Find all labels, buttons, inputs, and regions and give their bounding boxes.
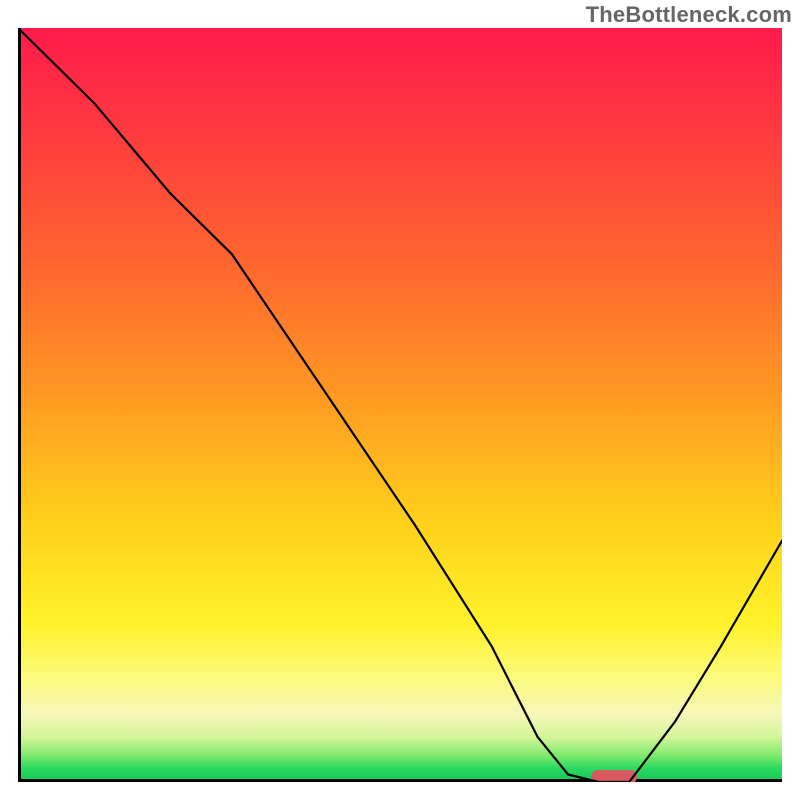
watermark-text: TheBottleneck.com — [586, 2, 792, 28]
bottleneck-curve — [18, 28, 782, 782]
plot-area — [18, 28, 782, 782]
bottleneck-chart: TheBottleneck.com — [0, 0, 800, 800]
